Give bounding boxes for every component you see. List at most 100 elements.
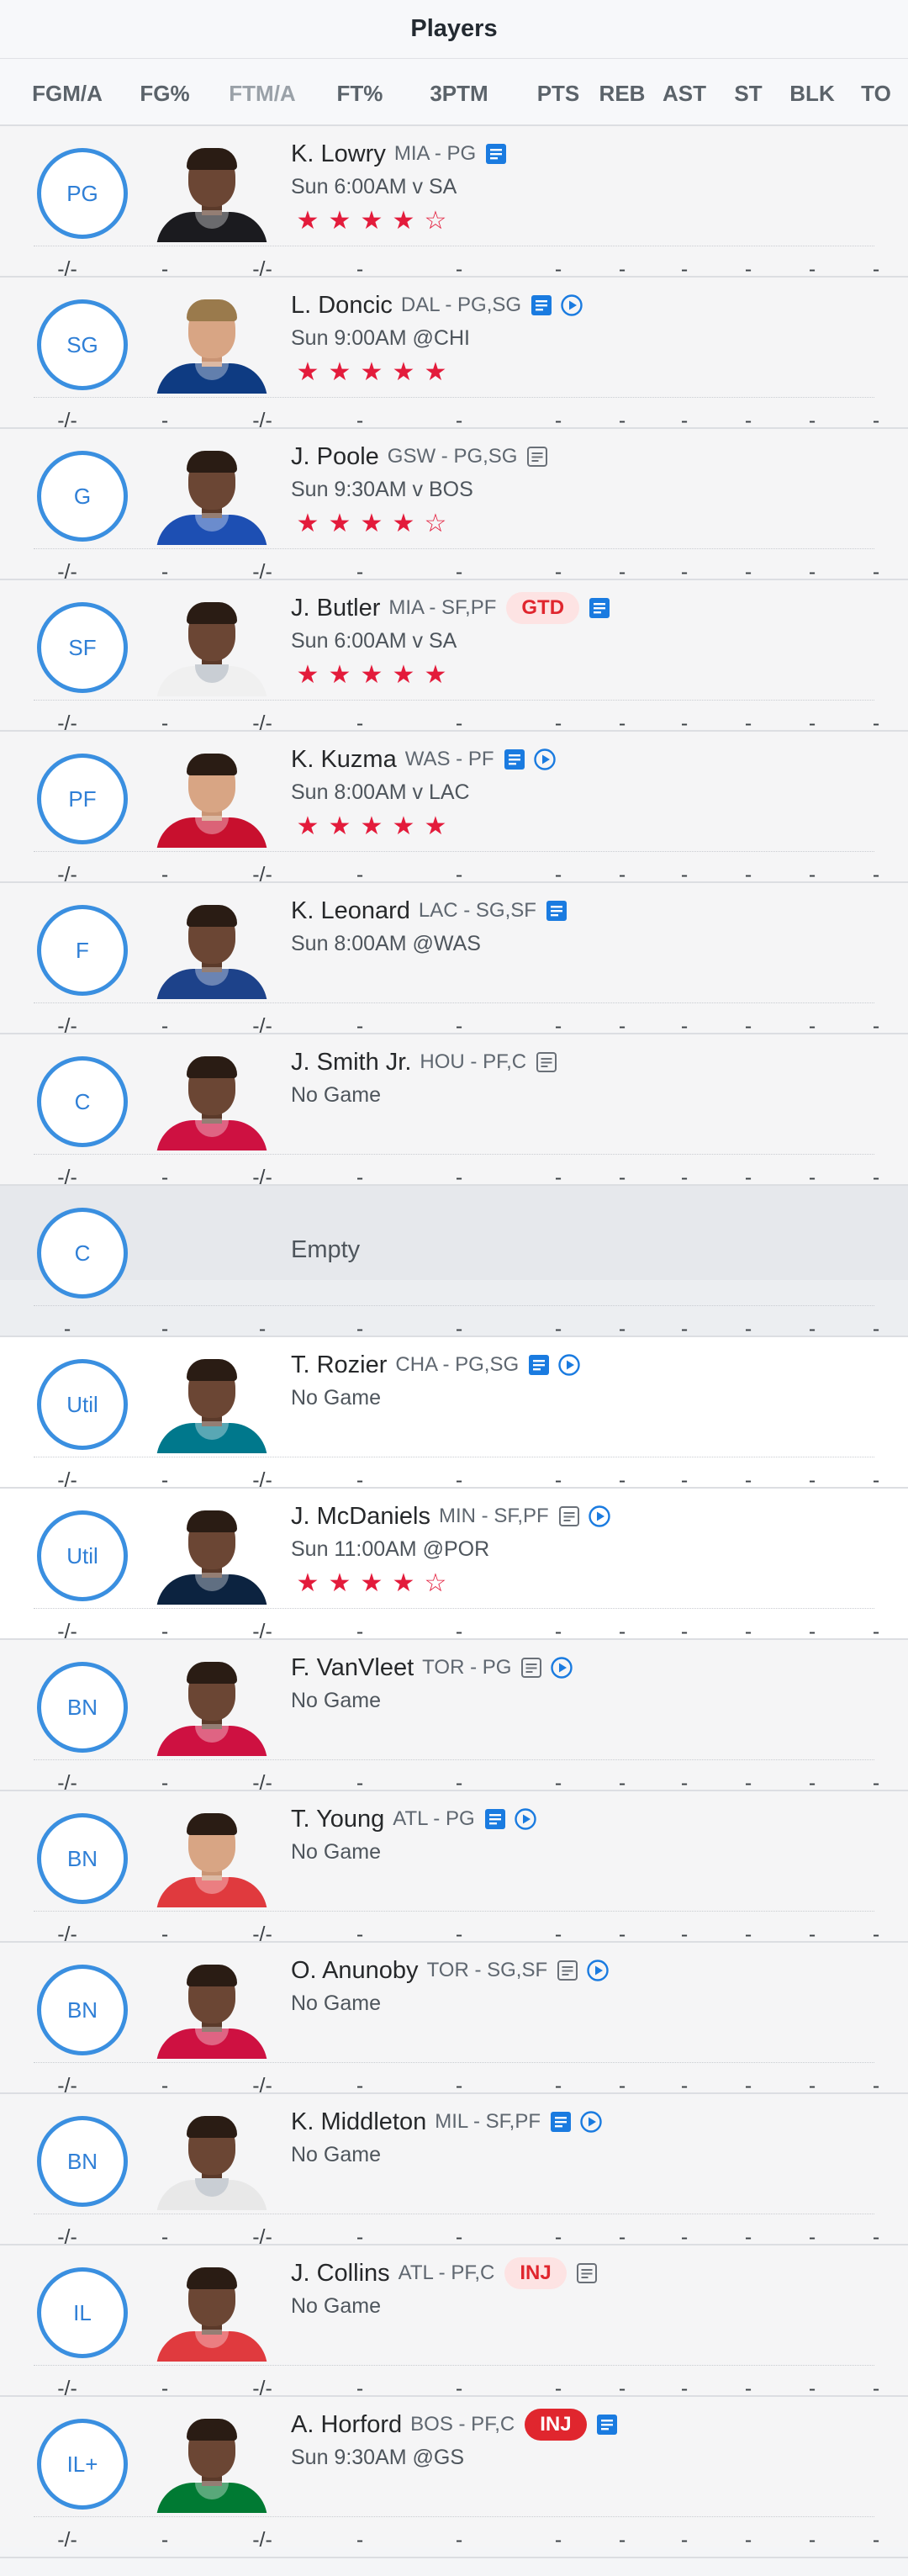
position-slot-button[interactable]: PG [37,148,128,239]
star-filled-icon: ★ [296,358,319,386]
video-play-icon[interactable] [514,1807,537,1831]
player-avatar[interactable] [151,902,272,999]
note-icon[interactable] [575,2261,599,2285]
position-slot-button[interactable]: BN [37,1965,128,2055]
injury-status-badge[interactable]: INJ [504,2257,567,2289]
star-filled-icon: ★ [296,510,319,537]
video-play-icon[interactable] [533,748,557,771]
player-team-position: LAC - SG,SF [418,899,536,922]
hair-shape [187,754,237,775]
roster-row: BN T. Young ATL - PG No Game -/- - -/- - - - - - - - - [0,1790,908,1946]
note-icon[interactable] [557,1505,581,1528]
player-name-link[interactable]: O. Anunoby [291,1957,419,1985]
player-name-link[interactable]: K. Leonard [291,897,410,925]
star-filled-icon: ★ [296,661,319,689]
position-slot-button[interactable]: Util [37,1359,128,1450]
player-name-link[interactable]: J. Collins [291,2260,390,2288]
position-slot-button[interactable]: IL+ [37,2419,128,2510]
note-icon[interactable] [520,1656,543,1679]
player-name-link[interactable]: J. Poole [291,443,379,471]
video-play-icon[interactable] [586,1959,610,1982]
star-filled-icon: ★ [328,661,351,689]
player-name-link[interactable]: T. Rozier [291,1351,387,1379]
video-play-icon[interactable] [588,1505,611,1528]
star-filled-icon: ★ [296,207,319,235]
star-empty-icon: ☆ [424,207,447,235]
new-note-icon[interactable] [545,899,568,923]
player-avatar[interactable] [151,2264,272,2362]
player-name-line: A. Horford BOS - PF,C INJ [291,2409,619,2441]
column-header-3ptm[interactable]: 3PTM [413,81,505,107]
video-play-icon[interactable] [560,294,583,317]
star-filled-icon: ★ [328,358,351,386]
player-avatar[interactable] [151,145,272,242]
position-slot-button[interactable]: IL [37,2267,128,2358]
player-avatar[interactable] [151,599,272,696]
gtd-status-badge[interactable]: GTD [506,592,580,624]
game-info: No Game [291,1083,381,1107]
hair-shape [187,2419,237,2441]
video-play-icon[interactable] [557,1353,581,1377]
player-name-link[interactable]: J. Butler [291,595,380,622]
column-header-ft-[interactable]: FT% [314,81,406,107]
player-name-link[interactable]: A. Horford [291,2411,402,2439]
game-info: Sun 11:00AM @POR [291,1537,490,1561]
player-name-link[interactable]: F. VanVleet [291,1654,414,1682]
position-slot-button[interactable]: F [37,905,128,996]
new-note-icon[interactable] [588,596,611,620]
player-avatar[interactable] [151,1053,272,1150]
player-avatar[interactable] [151,2415,272,2513]
position-slot-button[interactable]: SG [37,299,128,390]
new-note-icon[interactable] [527,1353,551,1377]
column-header-to[interactable]: TO [830,81,908,107]
note-icon[interactable] [525,445,549,468]
position-slot-button[interactable]: C [37,1208,128,1299]
column-header-fgm-a[interactable]: FGM/A [21,81,114,107]
column-header-fg-[interactable]: FG% [119,81,211,107]
new-note-icon[interactable] [530,294,553,317]
player-avatar[interactable] [151,2113,272,2210]
player-name-link[interactable]: J. McDaniels [291,1503,430,1531]
position-slot-button[interactable]: G [37,451,128,542]
player-avatar[interactable] [151,1507,272,1605]
position-slot-button[interactable]: SF [37,602,128,693]
player-avatar[interactable] [151,447,272,545]
player-avatar[interactable] [151,750,272,848]
game-info: Sun 9:30AM v BOS [291,478,473,501]
position-slot-button[interactable]: PF [37,754,128,844]
player-avatar[interactable] [151,296,272,394]
new-note-icon[interactable] [503,748,526,771]
video-play-icon[interactable] [550,1656,573,1679]
player-avatar[interactable] [151,1810,272,1907]
player-team-position: GSW - PG,SG [387,445,518,468]
injury-status-badge[interactable]: INJ [525,2409,587,2441]
position-slot-button[interactable]: C [37,1056,128,1147]
player-name-link[interactable]: K. Middleton [291,2108,426,2136]
player-name-line: K. Middleton MIL - SF,PF [291,2106,603,2138]
player-avatar[interactable] [151,1658,272,1756]
player-name-link[interactable]: T. Young [291,1806,384,1833]
player-avatar[interactable] [151,1356,272,1453]
player-avatar[interactable] [151,1961,272,2059]
position-slot-button[interactable]: Util [37,1510,128,1601]
hair-shape [187,602,237,624]
star-filled-icon: ★ [360,1569,383,1597]
column-header-ftm-a[interactable]: FTM/A [216,81,309,107]
new-note-icon[interactable] [549,2110,573,2134]
new-note-icon[interactable] [595,2413,619,2436]
empty-slot-label: Empty [291,1236,361,1263]
position-slot-button[interactable]: BN [37,1813,128,1904]
player-name-link[interactable]: K. Kuzma [291,746,397,774]
new-note-icon[interactable] [483,1807,507,1831]
new-note-icon[interactable] [484,142,508,166]
note-icon[interactable] [535,1050,558,1074]
video-play-icon[interactable] [579,2110,603,2134]
position-slot-button[interactable]: BN [37,1662,128,1753]
player-name-link[interactable]: K. Lowry [291,140,386,168]
note-icon[interactable] [556,1959,579,1982]
position-slot-button[interactable]: BN [37,2116,128,2207]
star-empty-icon: ☆ [424,1569,447,1597]
star-filled-icon: ★ [360,510,383,537]
player-name-link[interactable]: J. Smith Jr. [291,1049,411,1076]
player-name-link[interactable]: L. Doncic [291,292,393,320]
